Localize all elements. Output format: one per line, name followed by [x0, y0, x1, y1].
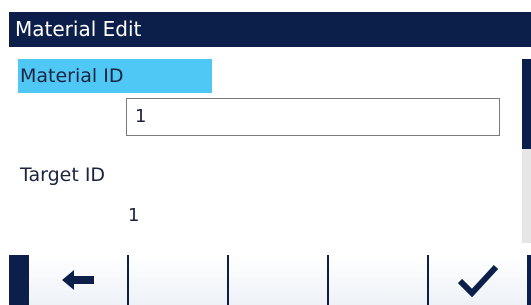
window-title: Material Edit — [9, 12, 531, 47]
back-softkey[interactable] — [29, 255, 127, 305]
terminal-screen: Material Edit Material ID 1 Target ID 1 — [0, 0, 531, 305]
scrollbar-thumb[interactable] — [522, 59, 531, 149]
material-id-label[interactable]: Material ID — [18, 59, 212, 93]
softkey-2[interactable] — [129, 255, 227, 305]
edit-form: Material ID 1 Target ID 1 — [9, 47, 531, 255]
scrollbar[interactable] — [522, 59, 531, 243]
material-id-input[interactable]: 1 — [126, 98, 500, 136]
confirm-softkey[interactable] — [429, 255, 527, 305]
arrow-left-icon — [62, 270, 94, 290]
softkey-bar — [9, 255, 531, 305]
checkmark-icon — [457, 264, 499, 297]
target-id-value: 1 — [128, 205, 140, 226]
softkey-3[interactable] — [229, 255, 327, 305]
target-id-label: Target ID — [20, 164, 106, 186]
softkey-4[interactable] — [329, 255, 427, 305]
